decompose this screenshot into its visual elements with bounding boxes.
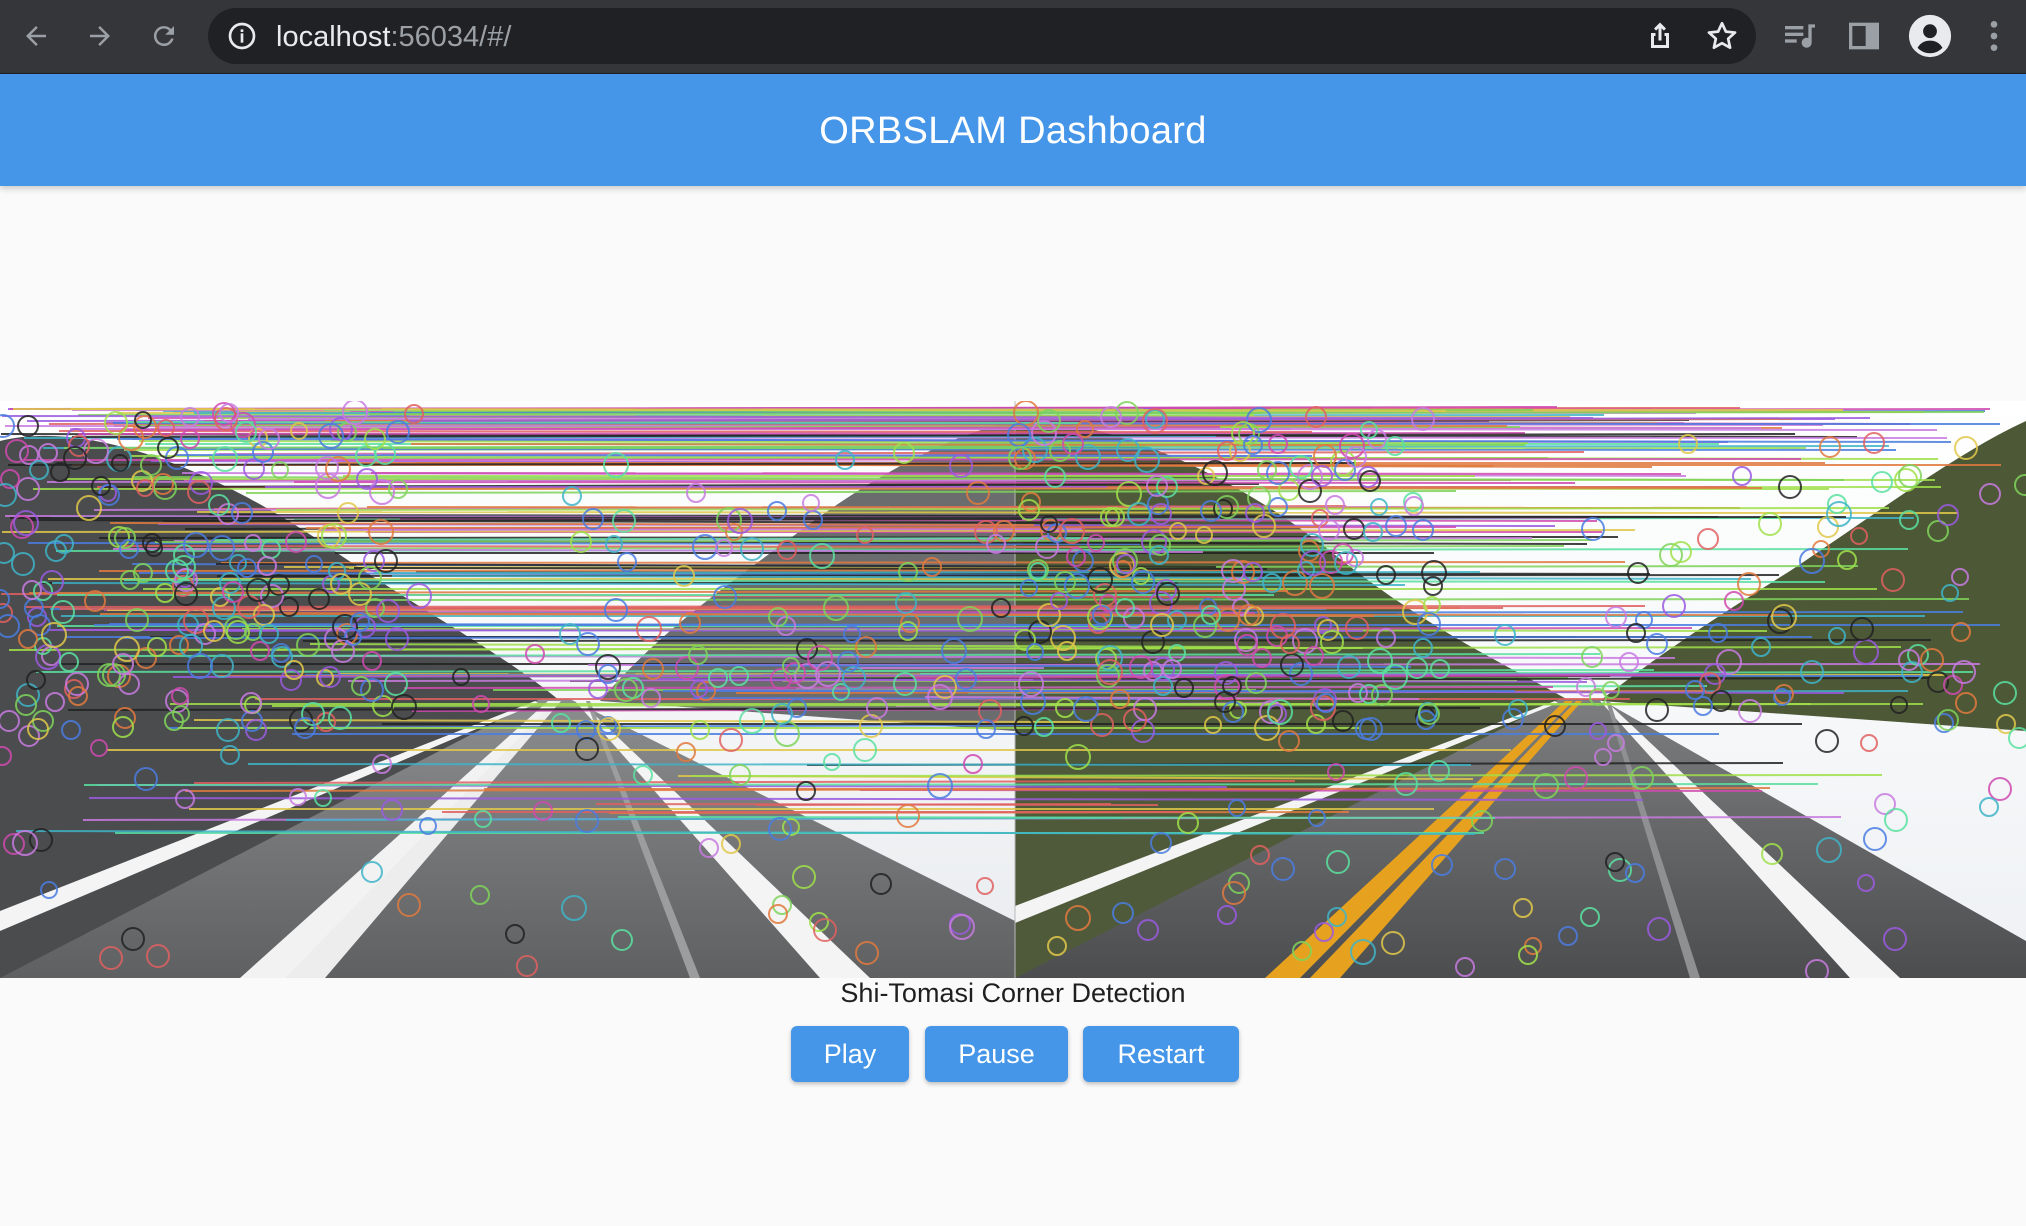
back-arrow-icon[interactable] <box>14 14 58 58</box>
restart-button[interactable]: Restart <box>1083 1026 1239 1082</box>
forward-arrow-icon[interactable] <box>78 14 122 58</box>
match-line <box>175 454 1313 457</box>
side-panel-icon[interactable] <box>1844 16 1884 56</box>
app-bar: ORBSLAM Dashboard <box>0 74 2026 186</box>
url-text: localhost:56034/#/ <box>276 21 511 54</box>
match-line <box>403 686 1554 689</box>
match-line <box>755 803 1112 806</box>
browser-toolbar: localhost:56034/#/ <box>0 0 2026 74</box>
reload-icon[interactable] <box>142 14 186 58</box>
info-icon[interactable] <box>226 20 258 52</box>
match-line <box>122 545 1080 548</box>
match-line <box>123 636 1813 639</box>
match-line <box>317 528 1083 531</box>
media-queue-icon[interactable] <box>1780 16 1820 56</box>
match-line <box>293 481 1576 484</box>
pause-button[interactable]: Pause <box>925 1026 1068 1082</box>
match-line <box>247 763 1472 766</box>
match-line <box>196 511 1959 514</box>
feature-matching-image <box>0 401 2026 978</box>
match-line <box>9 516 1847 519</box>
kebab-menu-icon[interactable] <box>1974 16 2014 56</box>
road-scene <box>0 401 2026 978</box>
match-line <box>370 472 1682 475</box>
share-icon[interactable] <box>1642 18 1678 54</box>
match-line <box>58 430 1313 433</box>
match-line <box>690 774 1883 777</box>
match-line <box>302 639 1932 642</box>
app-title: ORBSLAM Dashboard <box>819 110 1207 152</box>
url-host: localhost <box>276 21 391 53</box>
match-line <box>178 448 1897 451</box>
url-path: :56034/#/ <box>390 21 512 53</box>
match-line <box>410 443 1383 446</box>
match-line <box>125 421 1082 424</box>
address-bar[interactable]: localhost:56034/#/ <box>208 8 1756 64</box>
profile-icon[interactable] <box>1907 13 1953 59</box>
image-caption: Shi-Tomasi Corner Detection <box>840 978 1186 1008</box>
play-button[interactable]: Play <box>791 1026 909 1082</box>
star-icon[interactable] <box>1704 18 1740 54</box>
match-line <box>617 816 1496 819</box>
